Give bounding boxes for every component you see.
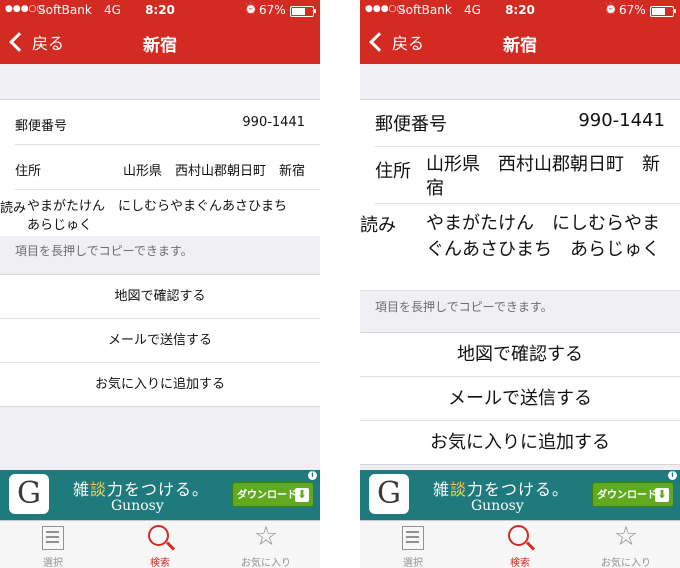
tab-favorites[interactable]: ☆ お気に入り (213, 521, 319, 568)
top-bar: ●●●○○ SoftBank 4G 8:20 ⏰ 67% 戻る 新宿 (360, 0, 680, 64)
ad-brand: Gunosy (471, 498, 524, 514)
ad-download-label: ダウンロード (237, 490, 297, 501)
ad-brand: Gunosy (111, 498, 164, 514)
postal-code-label: 郵便番号 (15, 119, 68, 134)
battery-fill (652, 8, 665, 15)
battery-fill (292, 8, 305, 15)
action-list: 地図で確認する メールで送信する お気に入りに追加する (0, 274, 320, 407)
tab-favorites[interactable]: ☆ お気に入り (573, 521, 679, 568)
star-icon: ☆ (253, 521, 279, 552)
battery-percent: 67% (259, 3, 286, 17)
address-row[interactable]: 住所 山形県 西村山郡朝日町 新宿 (15, 145, 320, 190)
reading-row[interactable]: 読み やまがたけん にしむらやまぐんあさひまち あらじゅく (0, 190, 320, 238)
tab-search-label: 検索 (150, 558, 170, 568)
gunosy-logo: G (369, 474, 409, 514)
section-spacer (0, 64, 320, 99)
ad-download-label: ダウンロード (597, 490, 657, 501)
navigation-bar: 戻る 新宿 (360, 20, 680, 64)
add-favorite-button[interactable]: お気に入りに追加する (0, 363, 320, 406)
postal-code-row[interactable]: 郵便番号 990-1441 (15, 100, 320, 145)
copy-hint: 項目を長押しでコピーできます。 (0, 236, 320, 274)
ad-info-icon[interactable]: i (308, 471, 317, 480)
show-map-button[interactable]: 地図で確認する (0, 275, 320, 319)
status-bar: ●●●○○ SoftBank 4G 8:20 ⏰ 67% (0, 0, 320, 20)
postal-code-value: 990-1441 (578, 110, 665, 131)
alarm-icon: ⏰ (604, 2, 618, 15)
postal-code-value: 990-1441 (242, 115, 305, 130)
download-icon: ⬇ (655, 488, 669, 502)
tab-favorites-label: お気に入り (241, 558, 291, 568)
add-favorite-button[interactable]: お気に入りに追加する (360, 421, 680, 464)
page-title: 新宿 (503, 36, 537, 56)
top-bar: ●●●○○ SoftBank 4G 8:20 ⏰ 67% 戻る 新宿 (0, 0, 320, 64)
list-icon (42, 526, 64, 550)
star-icon: ☆ (613, 521, 639, 552)
reading-value: やまがたけん にしむらやまぐんあさひまち あらじゅく (27, 199, 301, 233)
phone-screen-standard: ●●●○○ SoftBank 4G 8:20 ⏰ 67% 戻る 新宿 郵便番号 … (0, 0, 320, 568)
reading-value: やまがたけん にしむらやまぐんあさひまち あらじゅく (426, 213, 660, 260)
battery-icon (290, 6, 316, 17)
address-value: 山形県 西村山郡朝日町 新宿 (426, 154, 660, 199)
detail-list: 郵便番号 990-1441 住所 山形県 西村山郡朝日町 新宿 読み やまがたけ… (360, 99, 680, 291)
battery-icon (650, 6, 676, 17)
tab-favorites-label: お気に入り (601, 558, 651, 568)
ad-banner[interactable]: G 雑談力をつける。 Gunosy ダウンロード ⬇ i (360, 470, 680, 520)
tab-select-label: 選択 (403, 558, 423, 568)
gunosy-logo: G (9, 474, 49, 514)
address-label: 住所 (375, 161, 411, 182)
reading-row[interactable]: 読み やまがたけん にしむらやまぐんあさひまち あらじゅく (360, 204, 680, 291)
tab-select[interactable]: 選択 (360, 521, 466, 568)
send-email-button[interactable]: メールで送信する (0, 319, 320, 363)
download-icon: ⬇ (295, 488, 309, 502)
battery-percent: 67% (619, 3, 646, 17)
section-spacer (360, 64, 680, 99)
action-list: 地図で確認する メールで送信する お気に入りに追加する (360, 332, 680, 465)
list-icon (402, 526, 424, 550)
reading-label: 読み (360, 215, 396, 236)
page-title: 新宿 (143, 36, 177, 56)
address-row[interactable]: 住所 山形県 西村山郡朝日町 新宿 (375, 147, 680, 204)
ad-headline: 雑談力をつける。 (433, 480, 570, 499)
navigation-bar: 戻る 新宿 (0, 20, 320, 64)
postal-code-label: 郵便番号 (375, 114, 447, 135)
ad-download-button[interactable]: ダウンロード ⬇ (232, 482, 314, 507)
detail-list: 郵便番号 990-1441 住所 山形県 西村山郡朝日町 新宿 読み やまがたけ… (0, 99, 320, 238)
tab-select[interactable]: 選択 (0, 521, 106, 568)
send-email-button[interactable]: メールで送信する (360, 377, 680, 421)
alarm-icon: ⏰ (244, 2, 258, 15)
tab-bar: 選択 検索 ☆ お気に入り (360, 520, 680, 568)
reading-label: 読み (0, 201, 27, 216)
address-label: 住所 (15, 164, 42, 179)
tab-search[interactable]: 検索 (467, 521, 573, 568)
tab-search[interactable]: 検索 (107, 521, 213, 568)
status-bar: ●●●○○ SoftBank 4G 8:20 ⏰ 67% (360, 0, 680, 20)
ad-banner[interactable]: G 雑談力をつける。 Gunosy ダウンロード ⬇ i (0, 470, 320, 520)
tab-search-label: 検索 (510, 558, 530, 568)
ad-info-icon[interactable]: i (668, 471, 677, 480)
copy-hint: 項目を長押しでコピーできます。 (360, 292, 680, 332)
show-map-button[interactable]: 地図で確認する (360, 333, 680, 377)
tab-select-label: 選択 (43, 558, 63, 568)
phone-screen-large-text: ●●●○○ SoftBank 4G 8:20 ⏰ 67% 戻る 新宿 郵便番号 … (360, 0, 680, 568)
address-value: 山形県 西村山郡朝日町 新宿 (122, 164, 305, 179)
tab-bar: 選択 検索 ☆ お気に入り (0, 520, 320, 568)
postal-code-row[interactable]: 郵便番号 990-1441 (375, 100, 680, 147)
ad-headline: 雑談力をつける。 (73, 480, 210, 499)
ad-download-button[interactable]: ダウンロード ⬇ (592, 482, 674, 507)
